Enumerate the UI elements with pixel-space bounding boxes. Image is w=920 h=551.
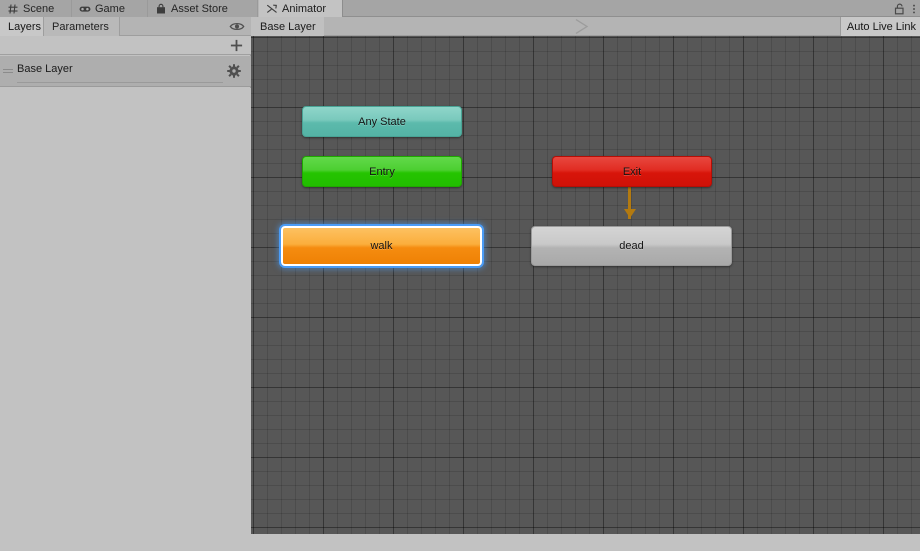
- gamepad-icon: [79, 3, 91, 15]
- tab-parameters[interactable]: Parameters: [44, 17, 120, 36]
- state-node-any-state[interactable]: Any State: [302, 106, 462, 137]
- tab-asset-store[interactable]: Asset Store: [148, 0, 258, 17]
- state-node-label: Entry: [369, 165, 395, 178]
- chevron-right-icon: [575, 19, 589, 34]
- tab-animator[interactable]: Animator: [258, 0, 343, 17]
- tab-scene[interactable]: Scene: [0, 0, 72, 17]
- tab-layers-label: Layers: [8, 20, 42, 33]
- animator-window: Scene Game Asset Store Animator Layers P…: [0, 0, 920, 551]
- editor-tab-bar: Scene Game Asset Store Animator: [0, 0, 920, 17]
- transition-entry-to-walk-arrowhead: [623, 209, 636, 218]
- state-node-label: Any State: [358, 115, 406, 128]
- auto-live-link-button[interactable]: Auto Live Link: [839, 17, 920, 36]
- state-node-exit[interactable]: Exit: [552, 156, 712, 187]
- tab-layers[interactable]: Layers: [0, 17, 44, 36]
- layer-name-label: Base Layer: [17, 63, 73, 75]
- state-node-label: dead: [619, 240, 644, 252]
- state-node-label: Exit: [622, 165, 642, 178]
- tab-game-label: Game: [95, 2, 125, 15]
- plus-icon[interactable]: [230, 39, 243, 52]
- tab-animator-label: Animator: [282, 2, 327, 15]
- drag-handle-icon[interactable]: [3, 69, 13, 74]
- state-node-entry[interactable]: Entry: [302, 156, 462, 187]
- breadcrumb-item-base-layer[interactable]: Base Layer: [251, 17, 324, 36]
- layer-name-underline: [17, 82, 223, 83]
- animator-graph-canvas[interactable]: Any State Entry Exit walk dead: [251, 36, 920, 534]
- state-node-walk[interactable]: walk: [281, 226, 482, 266]
- layers-panel-empty-area: [0, 88, 251, 551]
- layers-panel: Layers Parameters Base Layer: [0, 17, 251, 551]
- auto-live-link-label: Auto Live Link: [846, 20, 916, 33]
- tab-game[interactable]: Game: [72, 0, 148, 17]
- tab-asset-store-label: Asset Store: [171, 2, 228, 15]
- bag-icon: [155, 3, 167, 15]
- graph-breadcrumb-bar: Base Layer Auto Live Link: [251, 17, 920, 36]
- eye-icon[interactable]: [229, 20, 245, 33]
- grid-icon: [7, 3, 19, 15]
- tab-scene-label: Scene: [23, 2, 55, 15]
- state-node-dead[interactable]: dead: [531, 226, 732, 266]
- state-node-label: walk: [370, 240, 393, 252]
- layers-panel-tabs: Layers Parameters: [0, 17, 251, 36]
- tab-parameters-label: Parameters: [52, 20, 109, 33]
- window-controls: [894, 0, 916, 17]
- breadcrumb-item-label: Base Layer: [260, 20, 316, 33]
- kebab-menu-icon[interactable]: [912, 3, 916, 15]
- gear-icon[interactable]: [227, 64, 241, 78]
- unlocked-padlock-icon[interactable]: [894, 3, 905, 15]
- layer-row-base-layer[interactable]: Base Layer: [0, 56, 251, 87]
- animator-icon: [266, 3, 278, 15]
- add-layer-row: [0, 36, 251, 55]
